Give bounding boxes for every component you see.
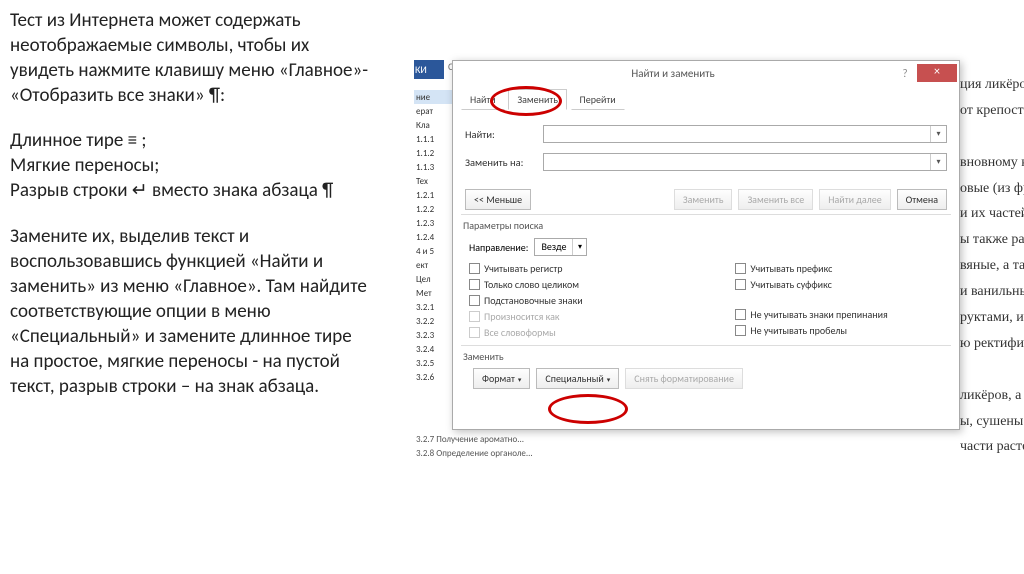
option-checkbox[interactable]: Учитывать регистр [469, 262, 735, 275]
find-text-input[interactable] [544, 126, 930, 142]
option-checkbox[interactable]: Учитывать префикс [735, 262, 951, 275]
doc-line: вновному ком [960, 150, 1024, 176]
tab-goto[interactable]: Перейти [571, 89, 625, 110]
option-label: Учитывать регистр [484, 262, 563, 275]
dropdown-arrow-icon[interactable]: ▾ [930, 154, 946, 170]
doc-line: ы, сушены [960, 409, 1024, 435]
option-checkbox[interactable]: Только слово целиком [469, 278, 735, 291]
doc-line: ю ректифик [960, 331, 1024, 357]
option-label: Подстановочные знаки [484, 294, 583, 307]
doc-line [960, 124, 1024, 150]
dialog-titlebar: Найти и заменить ? × [453, 61, 959, 85]
checkbox-icon [469, 311, 480, 322]
replace-button[interactable]: Заменить [674, 189, 733, 210]
find-replace-dialog: Найти и заменить ? × Найти Заменить Пере… [452, 60, 960, 430]
search-options-group-title: Параметры поиска [461, 215, 951, 235]
checkbox-icon [735, 325, 746, 336]
doc-line: от крепости, [960, 98, 1024, 124]
tab-replace[interactable]: Заменить [508, 89, 567, 110]
doc-line: ликёров, а т [960, 383, 1024, 409]
option-checkbox[interactable]: Учитывать суффикс [735, 278, 951, 291]
dropdown-arrow-icon[interactable]: ▾ [930, 126, 946, 142]
help-button[interactable]: ? [893, 67, 917, 80]
option-checkbox[interactable]: Не учитывать знаки препинания [735, 308, 951, 321]
checkbox-icon [735, 309, 746, 320]
direction-label: Направление: [469, 241, 528, 254]
instruction-p2: Длинное тире ≡ ; Мягкие переносы; Разрыв… [10, 128, 375, 203]
format-button[interactable]: Формат▾ [473, 368, 530, 389]
option-label: Учитывать префикс [750, 262, 832, 275]
replace-all-button[interactable]: Заменить все [738, 189, 813, 210]
checkbox-icon [735, 263, 746, 274]
line-break-char: Разрыв строки ↵ вместо знака абзаца ¶ [10, 179, 333, 202]
line-soft-hyphen: Мягкие переносы; [10, 154, 159, 177]
option-label: Произносится как [484, 310, 560, 323]
nav-search-fragment: КИ [414, 60, 444, 79]
sidebar-item[interactable]: 3.2.7 Получение ароматно... [414, 432, 524, 446]
replace-label: Заменить на: [465, 156, 543, 169]
replace-field-row: Заменить на: ▾ [465, 153, 947, 171]
doc-line: ы также раз [960, 227, 1024, 253]
doc-line: руктами, и л [960, 305, 1024, 331]
line-em-dash: Длинное тире ≡ ; [10, 129, 147, 152]
instruction-p1: Тест из Интернета может содержать неотоб… [10, 8, 375, 108]
dialog-title: Найти и заменить [453, 67, 893, 80]
direction-select[interactable]: Везде ▾ [534, 238, 587, 256]
checkbox-icon [469, 263, 480, 274]
option-checkbox: Произносится как [469, 310, 735, 323]
find-next-button[interactable]: Найти далее [819, 189, 890, 210]
option-checkbox: Все словоформы [469, 326, 735, 339]
sidebar-item[interactable]: 3.2.8 Определение органоле... [414, 446, 533, 460]
doc-line: части растений, содержа [960, 434, 1024, 460]
option-label: Не учитывать пробелы [750, 324, 847, 337]
doc-line [960, 357, 1024, 383]
checkbox-icon [735, 279, 746, 290]
replace-text-input[interactable] [544, 154, 930, 170]
checkbox-icon [469, 327, 480, 338]
no-formatting-button[interactable]: Снять форматирование [625, 368, 743, 389]
option-label: Не учитывать знаки препинания [750, 308, 887, 321]
find-field-row: Найти: ▾ [465, 125, 947, 143]
doc-line: и ванильные [960, 279, 1024, 305]
background-document-text: ция ликёровот крепости, вновному комовые… [960, 72, 1024, 460]
replace-input[interactable]: ▾ [543, 153, 947, 171]
less-button[interactable]: << Меньше [465, 189, 531, 210]
checkbox-icon [469, 279, 480, 290]
replace-group-title: Заменить [461, 346, 951, 366]
option-label: Учитывать суффикс [750, 278, 831, 291]
option-checkbox[interactable]: Не учитывать пробелы [735, 324, 951, 337]
option-label: Только слово целиком [484, 278, 579, 291]
doc-line: ция ликёров [960, 72, 1024, 98]
instruction-p3: Замените их, выделив текст и воспользова… [10, 224, 375, 400]
doc-line: овые (из фр [960, 176, 1024, 202]
find-label: Найти: [465, 128, 543, 141]
dropdown-arrow-icon[interactable]: ▾ [572, 239, 586, 255]
option-checkbox[interactable]: Подстановочные знаки [469, 294, 735, 307]
cancel-button[interactable]: Отмена [897, 189, 947, 210]
option-label: Все словоформы [484, 326, 556, 339]
doc-line: и их частей) и [960, 201, 1024, 227]
checkbox-icon [469, 295, 480, 306]
direction-value: Везде [535, 239, 572, 255]
screenshot-area: КИ СТРАНИЦЫ РЕЗУЛЬ ние ератКла1.1.11.1.2… [400, 60, 1024, 480]
special-button[interactable]: Специальный▾ [536, 368, 619, 389]
dialog-tabs: Найти Заменить Перейти [461, 89, 959, 111]
doc-line: вяные, а так [960, 253, 1024, 279]
instruction-text: Тест из Интернета может содержать неотоб… [10, 8, 375, 419]
find-input[interactable]: ▾ [543, 125, 947, 143]
tab-find[interactable]: Найти [461, 89, 505, 110]
close-button[interactable]: × [917, 64, 957, 82]
